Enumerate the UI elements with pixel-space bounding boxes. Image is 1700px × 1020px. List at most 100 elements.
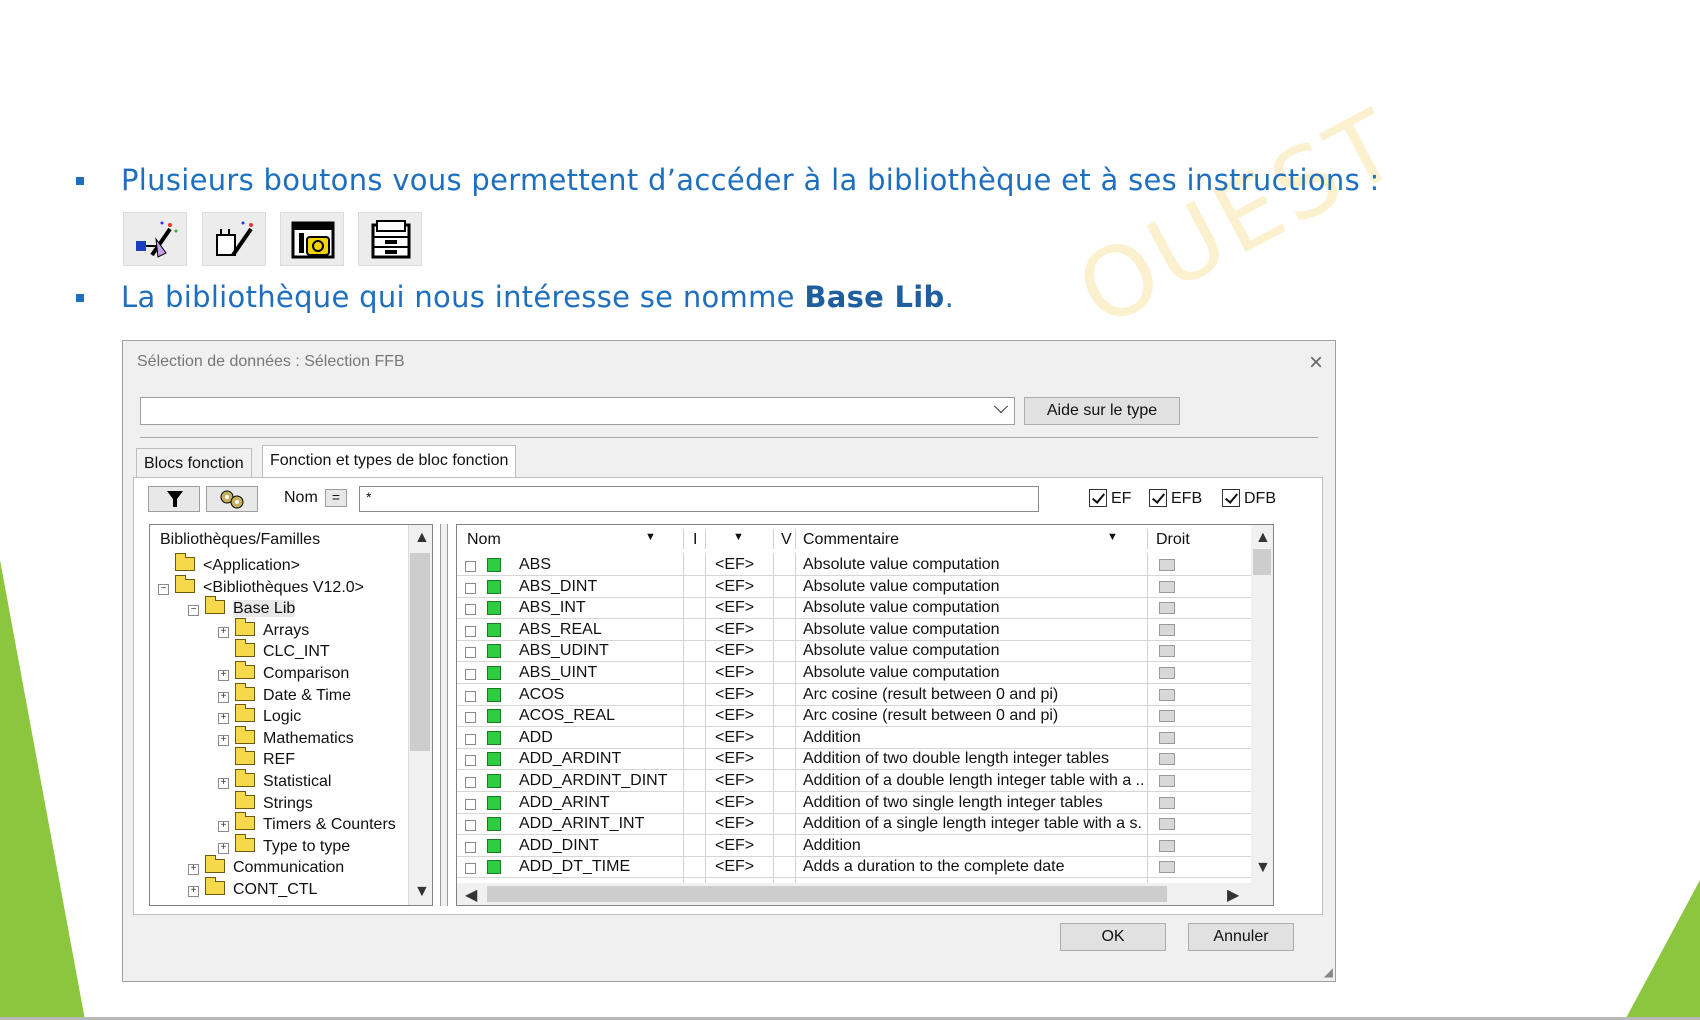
tree-item[interactable]: − <Bibliothèques V12.0> [158, 574, 364, 599]
ffb-wand-plug-icon[interactable] [202, 212, 266, 266]
tree-item-label: CONT_CTL [233, 881, 318, 898]
tree-item[interactable]: + Logic [218, 704, 301, 728]
table-row[interactable]: ADD_ARDINT <EF> Addition of two double len… [457, 749, 1273, 771]
row-type: <EF> [715, 556, 755, 573]
collapse-icon[interactable]: − [188, 605, 199, 617]
folder-icon [235, 833, 255, 852]
chevron-down-icon[interactable]: ▼ [1255, 859, 1271, 877]
droit-icon [1159, 580, 1175, 593]
expand-icon[interactable]: + [218, 713, 229, 725]
checkbox-efb[interactable]: EFB [1149, 489, 1202, 508]
tab-function-blocks[interactable]: Blocs fonction [136, 448, 252, 478]
col-header-v[interactable]: V [781, 531, 792, 549]
droit-icon [1159, 818, 1175, 831]
bullet-text-2: La bibliothèque qui nous intéresse se no… [121, 280, 954, 314]
table-row[interactable]: ABS_INT <EF> Absolute value computation [457, 598, 1273, 620]
collapse-icon[interactable]: − [158, 583, 169, 595]
chevron-down-icon[interactable]: ▼ [414, 883, 430, 901]
tree-scrollbar[interactable]: ▲ ▼ [408, 525, 432, 905]
type-combo[interactable] [140, 397, 1015, 425]
table-row[interactable]: ACOS <EF> Arc cosine (result between 0 and… [457, 685, 1273, 706]
row-name: ABS_UINT [519, 664, 598, 681]
ok-button[interactable]: OK [1060, 923, 1166, 951]
grid-hscroll-thumb[interactable] [487, 886, 1167, 902]
expand-icon[interactable]: + [188, 864, 199, 876]
close-icon[interactable]: × [1309, 349, 1323, 377]
tree-item[interactable]: + CONT_CTL [188, 877, 318, 901]
row-comment: Absolute value computation [803, 556, 1000, 573]
grid-scroll-thumb[interactable] [1253, 549, 1271, 575]
table-row[interactable]: ADD_ARINT <EF> Addition of two single leng… [457, 793, 1273, 814]
grid-vertical-scrollbar[interactable]: ▲ ▼ [1251, 525, 1273, 883]
col-header-droit[interactable]: Droit [1156, 531, 1194, 549]
expand-icon[interactable]: + [218, 734, 229, 746]
tree-item[interactable]: REF [218, 747, 295, 771]
table-row[interactable]: ADD <EF> Addition [457, 728, 1273, 749]
row-name: ADD_DT_TIME [519, 858, 631, 876]
row-type: <EF> [715, 728, 755, 746]
expand-icon[interactable]: + [188, 886, 199, 897]
tree-scroll-thumb[interactable] [410, 553, 430, 751]
chevron-up-icon[interactable]: ▲ [414, 529, 430, 547]
ffb-block-icon [487, 687, 501, 708]
col-header-commentaire[interactable]: Commentaire [803, 531, 899, 549]
data-selection-icon[interactable] [280, 212, 344, 266]
ffb-block-icon [487, 860, 501, 880]
row-name: ACOS_REAL [519, 707, 616, 725]
row-type: <EF> [715, 642, 755, 660]
tree-item[interactable]: + Type to type [218, 833, 350, 858]
table-row[interactable]: ABS <EF> Absolute value computation [457, 555, 1273, 576]
chevron-right-icon[interactable]: ▶ [1227, 885, 1239, 905]
library-browser-icon[interactable] [358, 212, 422, 266]
expand-icon[interactable]: + [218, 626, 229, 638]
help-type-button[interactable]: Aide sur le type [1024, 397, 1180, 425]
chevron-down-icon[interactable] [993, 399, 1009, 414]
pane-splitter[interactable] [440, 524, 448, 906]
bullet-text-1: Plusieurs boutons vous permettent d’accé… [121, 163, 1380, 197]
table-row[interactable]: ABS_DINT <EF> Absolute value computation [457, 577, 1273, 598]
resize-grip-icon[interactable]: ◢ [1324, 965, 1333, 979]
expand-icon[interactable]: + [218, 778, 229, 789]
ffb-wand-icon[interactable] [123, 212, 187, 266]
checkbox-icon [1089, 489, 1107, 507]
table-row[interactable]: ABS_UDINT <EF> Absolute value computation [457, 641, 1273, 663]
name-filter-input[interactable]: * [359, 486, 1039, 512]
gears-button[interactable] [206, 486, 258, 512]
expand-icon[interactable]: + [218, 691, 229, 703]
expand-icon[interactable]: + [218, 670, 229, 681]
tree-item[interactable]: + Arrays [218, 617, 309, 642]
ffb-block-icon [487, 795, 501, 816]
grid-horizontal-scrollbar[interactable]: ◀ ▶ [457, 883, 1273, 905]
row-type: <EF> [715, 599, 755, 617]
table-row[interactable]: ADD_ARDINT_DINT <EF> Addition of a double … [457, 771, 1273, 792]
checkbox-ef[interactable]: EF [1089, 489, 1131, 508]
expand-icon[interactable]: + [218, 842, 229, 854]
tab-functions-and-types[interactable]: Fonction et types de bloc fonction [262, 445, 517, 479]
row-type: <EF> [715, 620, 755, 638]
sort-down-icon[interactable]: ▼ [1107, 531, 1118, 543]
sort-down-icon[interactable]: ▼ [645, 531, 656, 543]
expand-icon[interactable]: + [218, 821, 229, 833]
table-row[interactable]: ABS_REAL <EF> Absolute value computation [457, 620, 1273, 641]
checkbox-dfb[interactable]: DFB [1222, 489, 1276, 508]
chevron-left-icon[interactable]: ◀ [465, 885, 477, 905]
table-row[interactable]: ADD_DT_TIME <EF> Adds a duration to the co… [457, 857, 1273, 881]
sort-down-icon[interactable]: ▼ [733, 531, 744, 543]
table-row[interactable]: ADD_ARINT_INT <EF> Addition of a single le… [457, 814, 1273, 836]
tree-item-label: REF [263, 751, 295, 769]
table-row[interactable]: ACOS_REAL <EF> Arc cosine (result between … [457, 706, 1273, 728]
expand-icon[interactable] [465, 861, 476, 881]
chevron-up-icon[interactable]: ▲ [1255, 529, 1271, 547]
col-header-nom[interactable]: Nom [467, 531, 501, 549]
row-name: ABS_UDINT [519, 642, 609, 660]
tree-item[interactable]: Strings [218, 790, 313, 815]
filter-button[interactable] [148, 486, 200, 512]
library-tree[interactable]: Bibliothèques/Familles <Application> − <Bi… [149, 524, 433, 906]
col-header-i[interactable]: I [693, 531, 697, 549]
table-row[interactable]: ADD_DINT <EF> Addition [457, 836, 1273, 857]
equals-button[interactable]: = [325, 489, 347, 507]
table-row[interactable]: ABS_UINT <EF> Absolute value computation [457, 663, 1273, 684]
row-type: <EF> [715, 707, 755, 725]
ffb-grid[interactable]: Nom ▼ I ▼ V Commentaire ▼ Droit ABS <EF>… [456, 524, 1274, 906]
cancel-button[interactable]: Annuler [1188, 923, 1294, 951]
